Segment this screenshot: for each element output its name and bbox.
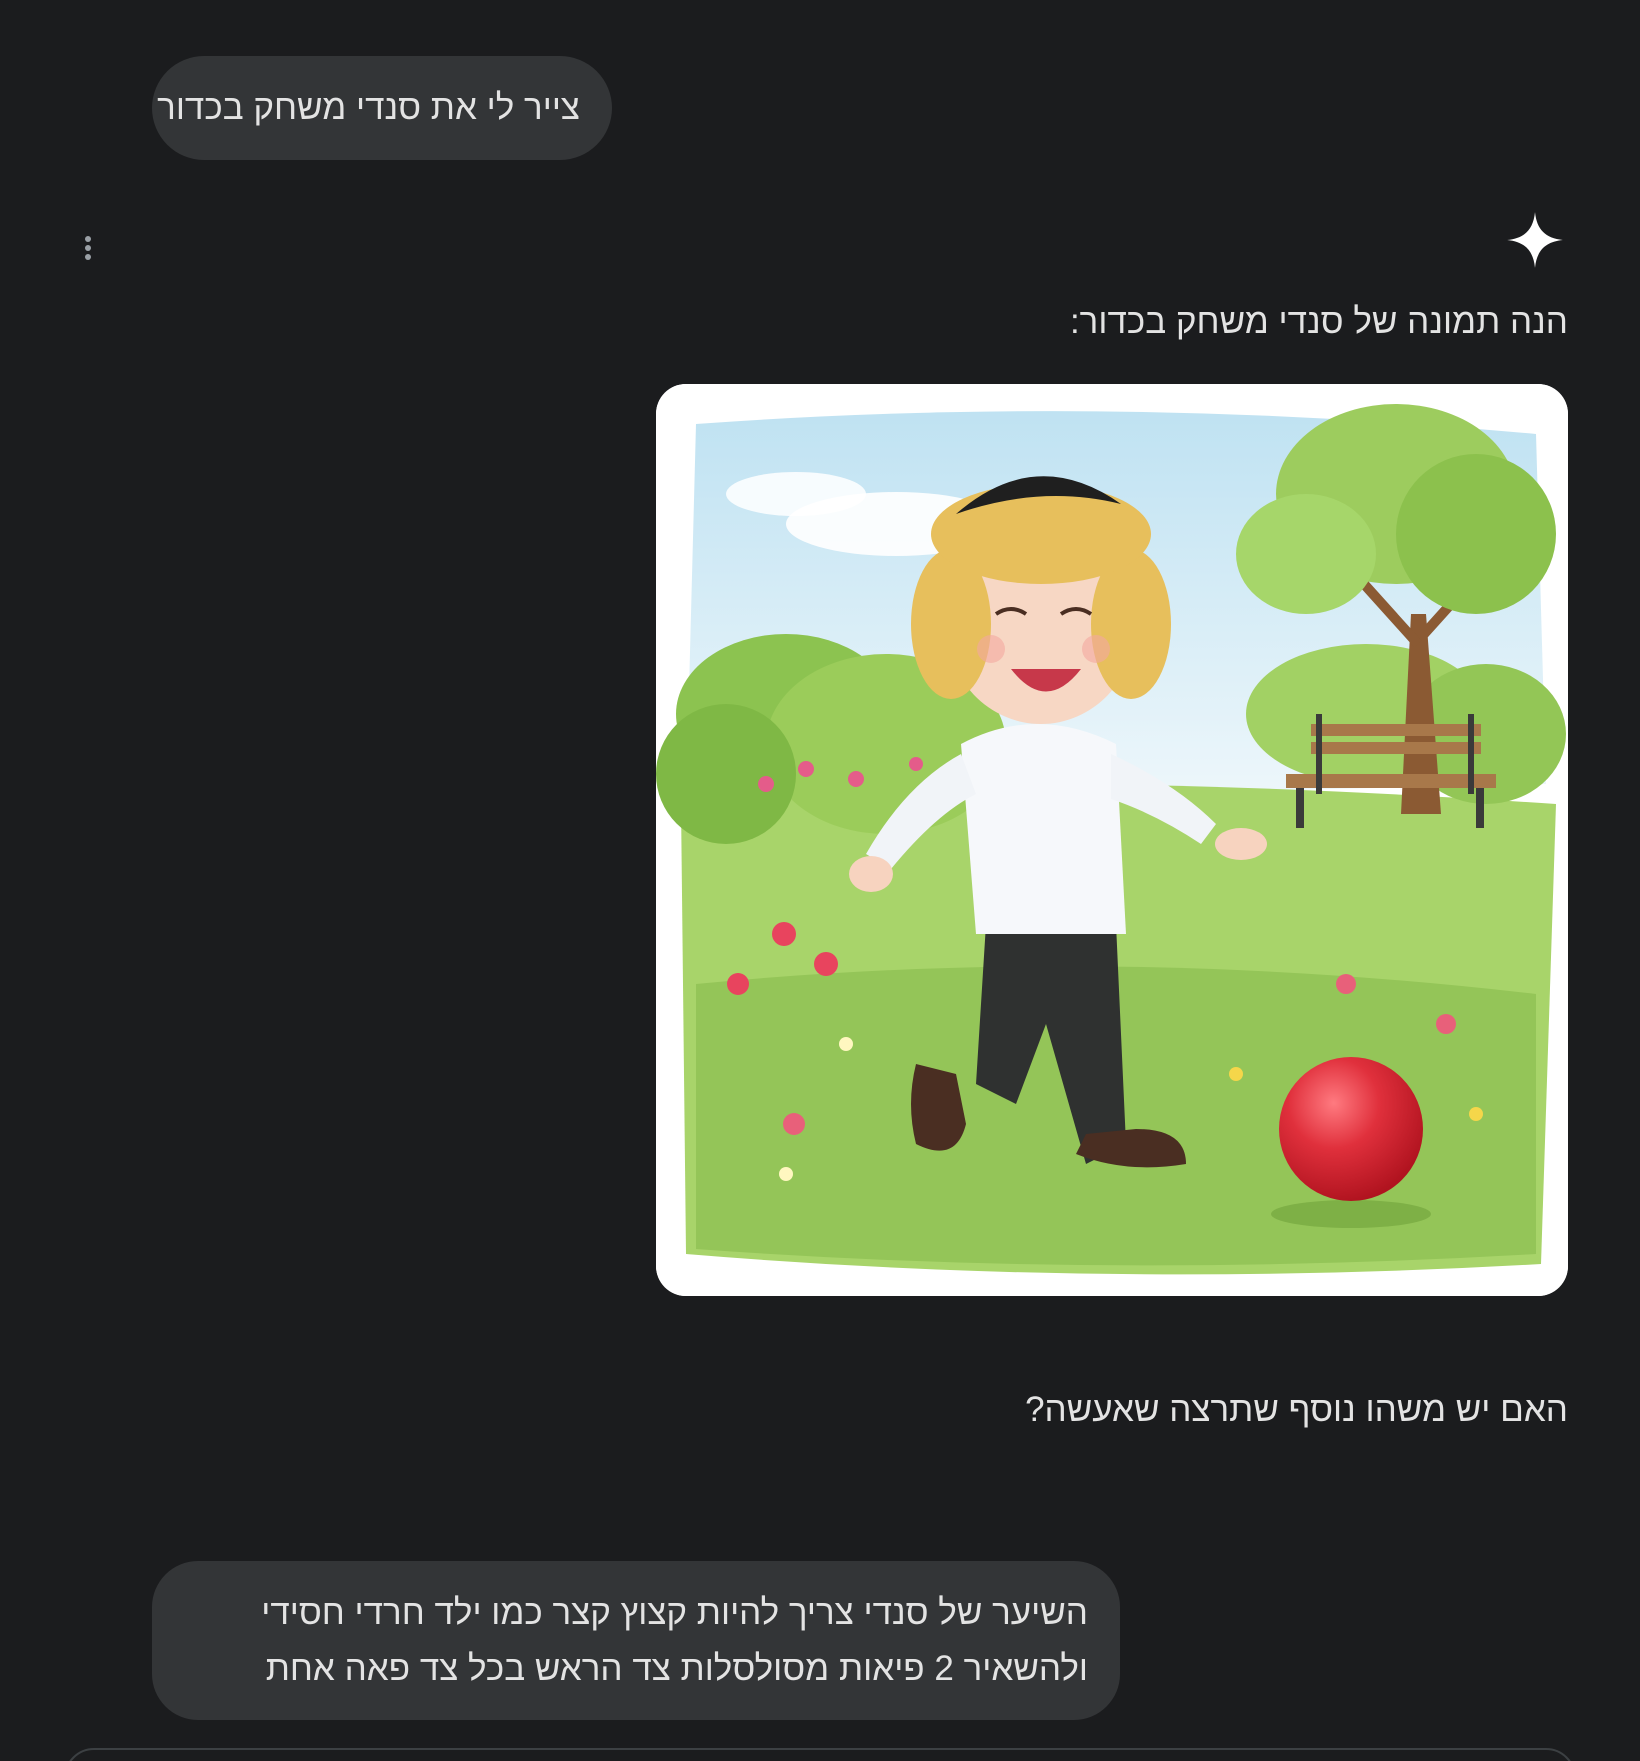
more-options-icon[interactable] <box>74 230 102 266</box>
prompt-input-box[interactable] <box>64 1748 1576 1761</box>
assistant-followup-text: האם יש משהו נוסף שתרצה שאעשה? <box>1025 1390 1568 1429</box>
user-message-bubble: צייר לי את סנדי משחק בכדור <box>152 56 612 160</box>
chat-page: צייר לי את סנדי משחק בכדור הנה תמונה של … <box>0 0 1640 1761</box>
user-message-text: צייר לי את סנדי משחק בכדור <box>157 88 580 127</box>
gemini-spark-icon <box>1507 212 1563 268</box>
illustration <box>656 384 1568 1296</box>
assistant-intro-text: הנה תמונה של סנדי משחק בכדור: <box>1069 302 1568 341</box>
user-message-bubble: השיער של סנדי צריך להיות קצוץ קצר כמו יל… <box>152 1561 1120 1720</box>
generated-image[interactable] <box>656 384 1568 1296</box>
user-message-text: השיער של סנדי צריך להיות קצוץ קצר כמו יל… <box>261 1593 1088 1688</box>
